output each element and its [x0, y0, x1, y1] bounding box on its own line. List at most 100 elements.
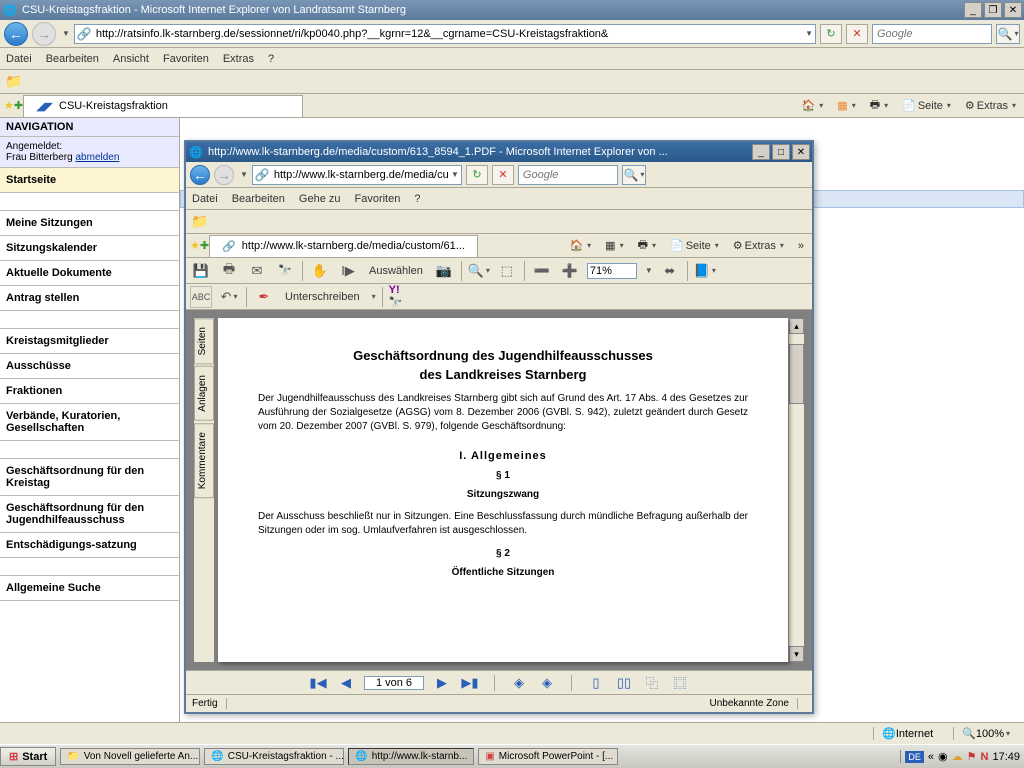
address-bar[interactable]: 🔗 ▼	[74, 24, 816, 44]
history-dropdown[interactable]: ▼	[62, 29, 70, 38]
last-page-button[interactable]: ▶▮	[460, 674, 480, 692]
tray-expand-icon[interactable]: «	[928, 751, 934, 763]
pdf-tab[interactable]: 🔗 http://www.lk-starnberg.de/media/custo…	[209, 235, 478, 257]
zoom-in-icon[interactable]: 🔍▾	[468, 260, 490, 282]
sidetab-seiten[interactable]: Seiten	[194, 318, 214, 364]
find-icon[interactable]: 🔭	[274, 260, 296, 282]
zoom-dropdown[interactable]: ▼	[645, 266, 653, 275]
pdf-search-input[interactable]	[523, 169, 613, 181]
pdf-maximize-button[interactable]: □	[772, 144, 790, 160]
pdf-url-dropdown[interactable]: ▼	[451, 170, 459, 179]
view-continuous-icon[interactable]: ▯▯	[614, 674, 634, 692]
task-pdf[interactable]: 🌐http://www.lk-starnb...	[348, 748, 474, 765]
home-button[interactable]: 🏠▾	[798, 99, 828, 112]
pdf-menu-bearbeiten[interactable]: Bearbeiten	[232, 193, 285, 205]
sign-label[interactable]: Unterschreiben	[281, 291, 364, 303]
print-button[interactable]: 🖶▾	[866, 96, 892, 115]
pdf-close-button[interactable]: ✕	[792, 144, 810, 160]
url-input[interactable]	[96, 28, 803, 40]
menu-bearbeiten[interactable]: Bearbeiten	[46, 53, 99, 65]
first-page-button[interactable]: ▮◀	[308, 674, 328, 692]
sidebar-item-fraktionen[interactable]: Fraktionen	[0, 379, 179, 404]
task-powerpoint[interactable]: ▣Microsoft PowerPoint - [...	[478, 748, 618, 765]
add-favorite-icon[interactable]: ✚	[14, 99, 23, 112]
menu-datei[interactable]: Datei	[6, 53, 32, 65]
sidebar-item-go-jugendhilfe[interactable]: Geschäftsordnung für den Jugendhilfeauss…	[0, 496, 179, 533]
logout-link[interactable]: abmelden	[75, 152, 119, 163]
back-button[interactable]: ←	[4, 22, 28, 46]
sign-icon[interactable]: ✒	[253, 286, 275, 308]
nav-fwd-page-button[interactable]: ◈	[537, 674, 557, 692]
sidetab-anlagen[interactable]: Anlagen	[194, 366, 214, 421]
status-zoom[interactable]: 🔍 100% ▾	[953, 727, 1018, 740]
task-novell[interactable]: 📁Von Novell gelieferte An...	[60, 748, 200, 765]
sidebar-item-sitzungskalender[interactable]: Sitzungskalender	[0, 236, 179, 261]
sidebar-item-kreistagsmitglieder[interactable]: Kreistagsmitglieder	[0, 329, 179, 354]
help-icon[interactable]: 📘▾	[694, 260, 716, 282]
pdf-favorites-star-icon[interactable]: ★	[190, 239, 200, 252]
pdf-menu-datei[interactable]: Datei	[192, 193, 218, 205]
scroll-down-icon[interactable]: ▾	[789, 646, 804, 662]
forward-button[interactable]: →	[32, 22, 56, 46]
sidebar-item-verbaende[interactable]: Verbände, Kuratorien, Gesellschaften	[0, 404, 179, 441]
pdf-extras-menu[interactable]: ⚙ Extras▾	[729, 239, 788, 252]
pdf-url-input[interactable]	[274, 169, 449, 181]
task-csu[interactable]: 🌐CSU-Kreistagsfraktion - ...	[204, 748, 344, 765]
refresh-button[interactable]: ↻	[820, 24, 842, 44]
sidetab-kommentare[interactable]: Kommentare	[194, 423, 214, 498]
pdf-menu-favoriten[interactable]: Favoriten	[355, 193, 401, 205]
sidebar-item-antrag-stellen[interactable]: Antrag stellen	[0, 286, 179, 311]
print-icon[interactable]: 🖶	[218, 260, 240, 282]
start-button[interactable]: ⊞ Start	[0, 747, 56, 766]
feeds-button[interactable]: ▦▾	[833, 99, 859, 112]
page-input[interactable]	[364, 676, 424, 690]
save-icon[interactable]: 💾	[190, 260, 212, 282]
pdf-vscrollbar[interactable]: ▴ ▾	[788, 318, 804, 662]
select-tool-icon[interactable]: I▶	[337, 260, 359, 282]
pdf-back-button[interactable]: ←	[190, 165, 210, 185]
page-menu[interactable]: 📄 Seite▾	[898, 99, 955, 112]
nav-back-page-button[interactable]: ◈	[509, 674, 529, 692]
zoom-plus-icon[interactable]: ➕	[559, 260, 581, 282]
stop-button[interactable]: ✕	[846, 24, 868, 44]
search-input[interactable]	[877, 28, 987, 40]
sidebar-item-startseite[interactable]: Startseite	[0, 168, 179, 193]
scroll-up-icon[interactable]: ▴	[789, 318, 804, 334]
tray-icon-2[interactable]: ☁	[952, 750, 963, 763]
pdf-menu-gehezu[interactable]: Gehe zu	[299, 193, 341, 205]
view-facing-icon[interactable]: ⿻	[642, 674, 662, 692]
menu-favoriten[interactable]: Favoriten	[163, 53, 209, 65]
tab-csu[interactable]: ◢◤ CSU-Kreistagsfraktion	[23, 95, 303, 117]
pdf-refresh-button[interactable]: ↻	[466, 165, 488, 185]
fit-width-icon[interactable]: ⬌	[659, 260, 681, 282]
menu-hilfe[interactable]: ?	[268, 53, 274, 65]
sidebar-item-meine-sitzungen[interactable]: Meine Sitzungen	[0, 211, 179, 236]
pdf-forward-button[interactable]: →	[214, 165, 234, 185]
pdf-search-button[interactable]: 🔍▾	[622, 165, 646, 185]
pdf-app-icon[interactable]: 📁	[190, 213, 210, 231]
sidebar-item-go-kreistag[interactable]: Geschäftsordnung für den Kreistag	[0, 459, 179, 496]
search-button[interactable]: 🔍▾	[996, 24, 1020, 44]
select-tool-label[interactable]: Auswählen	[365, 265, 427, 277]
pdf-stop-button[interactable]: ✕	[492, 165, 514, 185]
hand-tool-icon[interactable]: ✋	[309, 260, 331, 282]
tray-icon-3[interactable]: ⚑	[967, 750, 977, 763]
lang-indicator[interactable]: DE	[905, 751, 924, 763]
favorites-star-icon[interactable]: ★	[4, 99, 14, 112]
yahoo-icon[interactable]: Y!🔭	[389, 286, 411, 308]
pdf-feeds-button[interactable]: ▦▾	[601, 239, 627, 252]
close-button[interactable]: ✕	[1004, 2, 1022, 18]
url-dropdown[interactable]: ▼	[805, 29, 813, 38]
extras-menu[interactable]: ⚙ Extras▾	[961, 99, 1020, 112]
sidebar-item-aktuelle-dokumente[interactable]: Aktuelle Dokumente	[0, 261, 179, 286]
pdf-print-button[interactable]: 🖶▾	[634, 236, 660, 255]
app-toolbar-icon[interactable]: 📁	[4, 73, 24, 91]
search-box[interactable]	[872, 24, 992, 44]
sidebar-item-ausschuesse[interactable]: Ausschüsse	[0, 354, 179, 379]
pdf-minimize-button[interactable]: _	[752, 144, 770, 160]
pdf-menu-hilfe[interactable]: ?	[414, 193, 420, 205]
pdf-search-box[interactable]	[518, 165, 618, 185]
view-single-icon[interactable]: ▯	[586, 674, 606, 692]
pdf-more-icon[interactable]: »	[794, 240, 808, 252]
zoom-input[interactable]	[587, 263, 637, 279]
